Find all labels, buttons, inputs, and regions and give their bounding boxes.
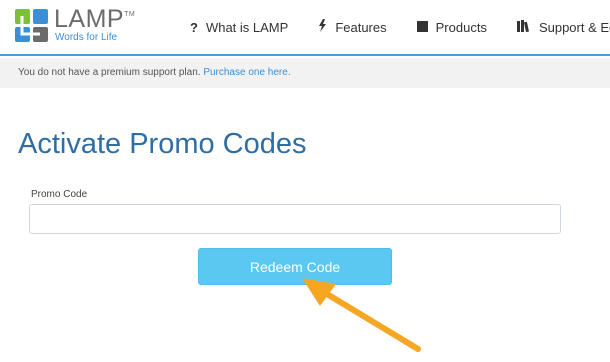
- nav-label: Products: [435, 19, 487, 35]
- nav-products[interactable]: Products: [416, 19, 487, 35]
- support-plan-notice: You do not have a premium support plan. …: [0, 58, 610, 88]
- logo-wordmark: LAMPTM: [54, 5, 136, 33]
- promo-code-input[interactable]: [29, 204, 561, 234]
- main-nav: ? What is LAMP Features Products Support…: [190, 0, 610, 54]
- books-icon: [516, 19, 531, 35]
- nav-label: What is LAMP: [205, 19, 289, 35]
- logo-tagline: Words for Life: [55, 32, 118, 43]
- page-title: Activate Promo Codes: [18, 128, 307, 160]
- notice-text: You do not have a premium support plan.: [18, 67, 201, 78]
- lightning-icon: [318, 19, 327, 35]
- promo-code-label: Promo Code: [31, 189, 88, 200]
- nav-label: Features: [335, 19, 387, 35]
- question-icon: ?: [190, 19, 198, 35]
- lamp-logo[interactable]: LAMPTM Words for Life: [14, 5, 136, 48]
- nav-support[interactable]: Support & Ed: [516, 19, 610, 35]
- purchase-link[interactable]: Purchase one here.: [203, 67, 290, 78]
- device-icon: [416, 20, 428, 35]
- nav-label: Support & Ed: [538, 19, 610, 35]
- nav-what-is-lamp[interactable]: ? What is LAMP: [190, 20, 288, 35]
- site-header: LAMPTM Words for Life ? What is LAMP Fea…: [0, 0, 610, 56]
- nav-features[interactable]: Features: [318, 19, 387, 35]
- redeem-code-button[interactable]: Redeem Code: [198, 248, 392, 285]
- lamp-logo-icon: [15, 9, 48, 42]
